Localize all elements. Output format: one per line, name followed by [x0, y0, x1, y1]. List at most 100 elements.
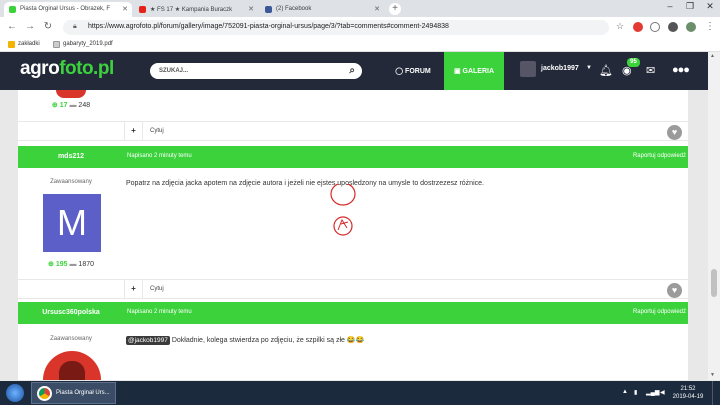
new-tab-button[interactable]: +	[389, 3, 401, 15]
username: jackob1997	[541, 65, 579, 72]
post-actions: + Cytuj ♥	[18, 279, 688, 299]
clock-time: 21:52	[680, 386, 696, 392]
facebook-favicon-icon	[265, 6, 272, 13]
user-avatar	[520, 61, 536, 77]
browser-tab-strip: Piasta Orginał Ursus - Obrazek, F ✕ ★ FS…	[0, 0, 720, 17]
extension-icon[interactable]	[668, 22, 678, 32]
mail-icon[interactable]: ✉	[646, 64, 655, 77]
address-bar[interactable]: 🔒︎ https://www.agrofoto.pl/forum/gallery…	[63, 20, 609, 35]
extension-icon[interactable]	[633, 22, 643, 32]
maximize-icon[interactable]: ❐	[680, 1, 700, 12]
bookmark-label: gabaryty_2019.pdf	[63, 41, 113, 47]
camera-icon: ▣	[453, 68, 463, 75]
author-name[interactable]: Ursusc360polska	[18, 309, 124, 316]
network-icon[interactable]: ▮	[634, 389, 637, 396]
post-time[interactable]: Napisano 2 minuty temu	[127, 153, 192, 159]
heart-icon[interactable]: ♥	[667, 125, 682, 140]
quote-button[interactable]: Cytuj	[150, 128, 164, 134]
forward-icon[interactable]: →	[24, 21, 36, 32]
post-time[interactable]: Napisano 2 minuty temu	[127, 309, 192, 315]
taskbar-chrome[interactable]: Piasta Orginał Urs...	[31, 382, 116, 404]
comments-icon: ▬	[69, 102, 77, 109]
tab-title: Piasta Orginał Ursus - Obrazek, F	[20, 6, 111, 12]
show-desktop-button[interactable]	[712, 381, 720, 405]
user-avatar[interactable]: M	[43, 194, 101, 252]
bookmarks-bar: zakładki gabaryty_2019.pdf	[0, 37, 720, 52]
post-text: Dokładnie, kolega stwierdza po zdjęciu, …	[171, 337, 365, 344]
tray-arrow-icon[interactable]: ▲	[622, 389, 628, 395]
red-annotation-scribble	[330, 184, 356, 236]
browser-toolbar: ← → ↻ 🔒︎ https://www.agrofoto.pl/forum/g…	[0, 17, 720, 37]
agrofoto-favicon-icon	[9, 6, 16, 13]
report-link[interactable]: Raportuj odpowiedź	[633, 153, 686, 159]
user-avatar[interactable]	[43, 351, 101, 380]
bookmark-zakladki[interactable]: zakładki	[8, 41, 40, 48]
close-tab-icon[interactable]: ✕	[122, 5, 128, 13]
avatar-letter: M	[57, 202, 87, 243]
back-icon[interactable]: ←	[6, 21, 18, 32]
author-name[interactable]: mds212	[18, 153, 124, 160]
more-icon[interactable]: ●●●	[672, 64, 690, 76]
chevron-down-icon: ▼	[586, 65, 592, 71]
volume-icon[interactable]: ◀	[660, 389, 665, 396]
logo-text: agro	[20, 58, 60, 79]
reload-icon[interactable]: ↻	[42, 21, 54, 32]
user-stats: ⊕ 17 ▬ 248	[18, 101, 124, 109]
post-header: Ursusc360polska Napisano 2 minuty temu R…	[18, 302, 688, 324]
tab-youtube[interactable]: ★ FS 17 ★ Kampania Buraczk ✕	[134, 2, 258, 17]
nav-galeria[interactable]: ▣ GALERIA	[444, 52, 504, 90]
file-icon	[53, 41, 60, 48]
post-count: 1870	[78, 261, 94, 268]
nav-forum[interactable]: ◯ FORUM	[383, 52, 443, 90]
tab-title: (2) Facebook	[276, 6, 312, 12]
user-mention[interactable]: @jackob1997	[126, 336, 170, 345]
user-rank: Zawaansowany	[50, 179, 92, 185]
site-logo[interactable]: agrofoto.pl	[20, 58, 114, 80]
clock-date: 2019-04-19	[672, 394, 704, 400]
page-scrollbar[interactable]: ▲ ▼	[708, 52, 720, 380]
post-header: mds212 Napisano 2 minuty temu Raportuj o…	[18, 146, 688, 168]
reputation-icon: ⊕	[51, 102, 58, 109]
report-link[interactable]: Raportuj odpowiedź	[633, 309, 686, 315]
folder-icon	[8, 41, 15, 48]
minimize-icon[interactable]: –	[660, 1, 680, 11]
tab-facebook[interactable]: (2) Facebook ✕	[260, 2, 384, 17]
search-icon[interactable]: ⌕	[349, 65, 355, 76]
lock-icon: 🔒︎	[73, 23, 77, 30]
tab-title: ★ FS 17 ★ Kampania Buraczk	[150, 7, 233, 13]
extension-icon[interactable]	[650, 22, 660, 32]
site-header: agrofoto.pl SZUKAJ... ⌕ ◯ FORUM ▣ GALERI…	[0, 52, 708, 90]
star-icon[interactable]: ☆	[614, 21, 626, 32]
comments-icon: ▬	[69, 261, 77, 268]
profile-avatar[interactable]	[686, 22, 696, 32]
scroll-down-icon[interactable]: ▼	[710, 372, 715, 378]
start-button[interactable]	[6, 384, 24, 402]
scrollbar-thumb[interactable]	[711, 269, 717, 297]
url-text: https://www.agrofoto.pl/forum/gallery/im…	[88, 23, 449, 30]
chrome-icon	[37, 386, 52, 401]
nav-label: GALERIA	[462, 68, 495, 75]
signal-icon[interactable]: ▂▄▆	[646, 389, 659, 396]
close-tab-icon[interactable]: ✕	[248, 5, 254, 13]
multiquote-button[interactable]: +	[124, 280, 143, 299]
reputation-icon: ⊕	[48, 261, 54, 268]
comments-area: ⊕ 17 ▬ 248 + Cytuj ♥ mds212 Napisano 2 m…	[18, 90, 688, 380]
system-clock[interactable]: 21:52 2019-04-19	[668, 385, 708, 401]
bookmark-gabaryty[interactable]: gabaryty_2019.pdf	[53, 41, 113, 48]
bell-icon[interactable]: 🔔︎	[599, 64, 613, 77]
post-body: Popatrz na zdjęcia jacka apotem na zdjęc…	[126, 180, 484, 187]
reputation-count: 195	[55, 261, 68, 268]
menu-dots-icon[interactable]: ⋮	[704, 21, 716, 32]
notification-badge: 95	[627, 58, 640, 67]
multiquote-button[interactable]: +	[124, 122, 143, 141]
close-tab-icon[interactable]: ✕	[374, 5, 380, 13]
scroll-up-icon[interactable]: ▲	[710, 53, 715, 59]
heart-icon[interactable]: ♥	[667, 283, 682, 298]
windows-taskbar: Piasta Orginał Urs... ▲ ▮ ▂▄▆ ◀ 21:52 20…	[0, 381, 720, 405]
post-count: 248	[78, 102, 91, 109]
user-stats: ⊕ 195 ▬ 1870	[18, 260, 124, 268]
tab-piasta[interactable]: Piasta Orginał Ursus - Obrazek, F ✕	[4, 2, 132, 17]
close-window-icon[interactable]: ✕	[700, 1, 720, 12]
search-input[interactable]: SZUKAJ... ⌕	[150, 63, 362, 79]
quote-button[interactable]: Cytuj	[150, 286, 164, 292]
